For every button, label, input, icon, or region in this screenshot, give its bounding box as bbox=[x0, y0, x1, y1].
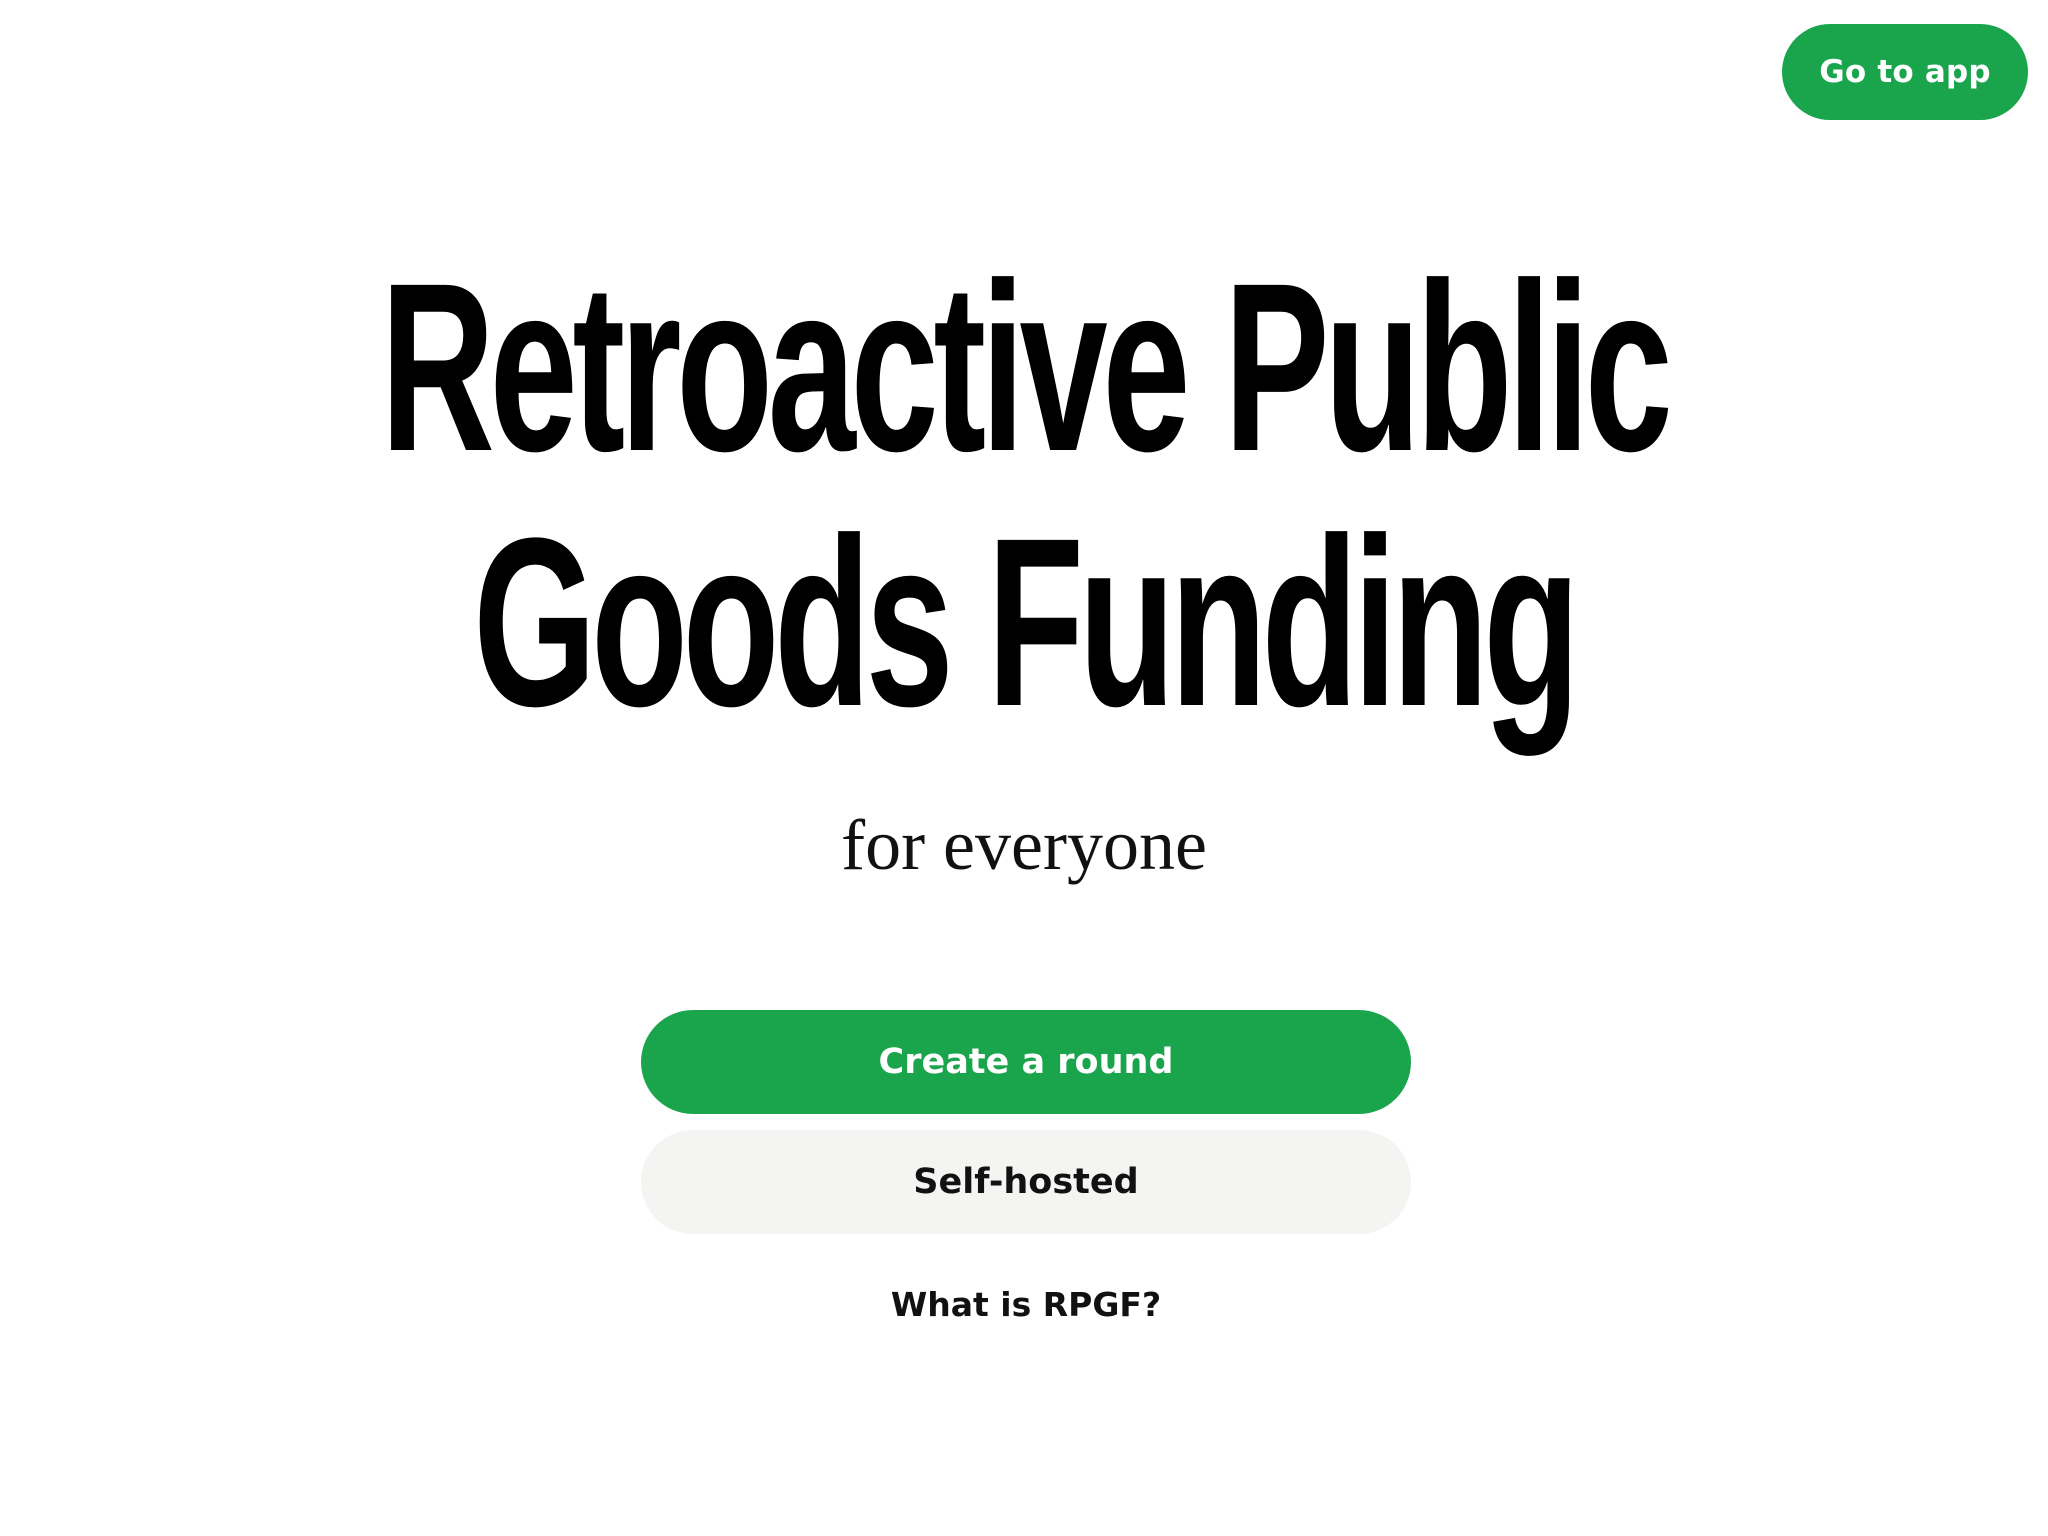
hero-section: Retroactive Public Goods Funding bbox=[0, 240, 2048, 750]
hero-title: Retroactive Public Goods Funding bbox=[348, 240, 1700, 750]
hero-title-line-2: Goods Funding bbox=[473, 488, 1580, 756]
hero-subtitle: for everyone bbox=[841, 805, 1207, 885]
hero-title-line-1: Retroactive Public bbox=[380, 233, 1672, 501]
create-round-button[interactable]: Create a round bbox=[641, 1010, 1411, 1114]
go-to-app-button[interactable]: Go to app bbox=[1782, 24, 2028, 120]
what-is-rpgf-link[interactable]: What is RPGF? bbox=[641, 1274, 1411, 1334]
cta-group: Create a round Self-hosted What is RPGF? bbox=[641, 1010, 1411, 1334]
self-hosted-button[interactable]: Self-hosted bbox=[641, 1130, 1411, 1234]
